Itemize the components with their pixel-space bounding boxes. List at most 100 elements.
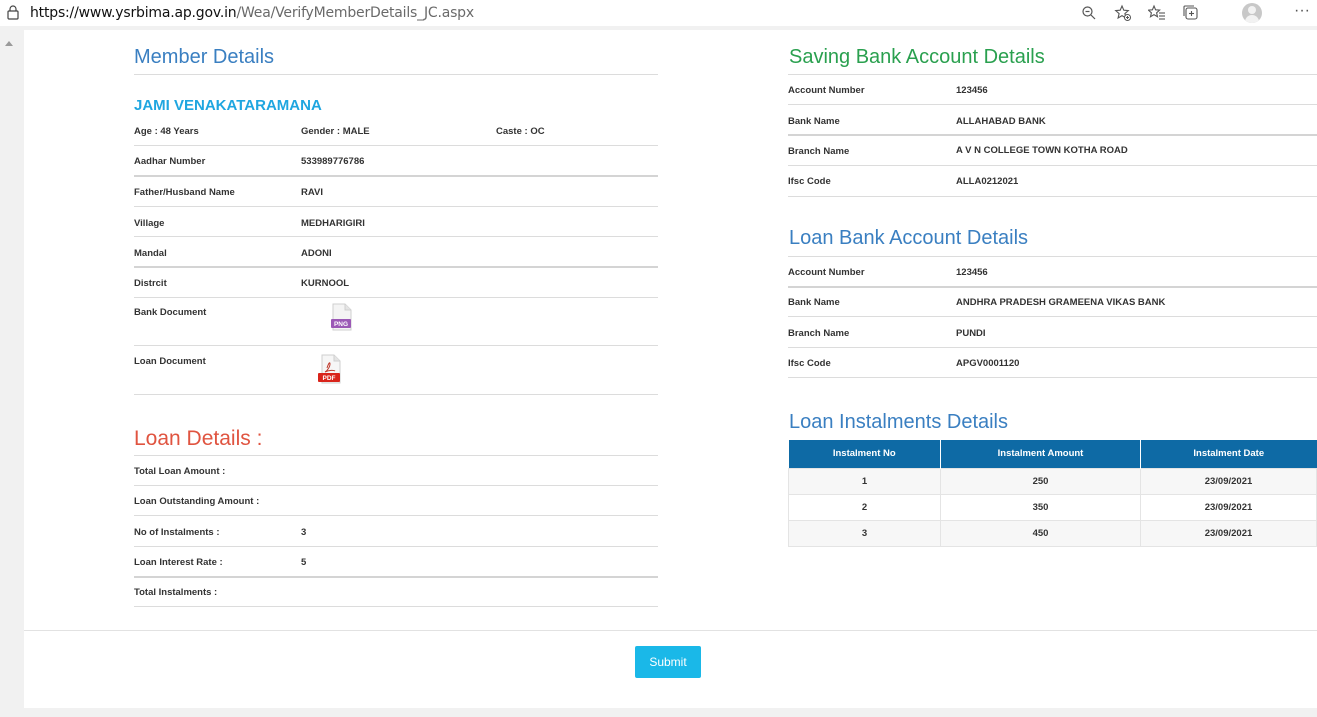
member-details-heading: Member Details	[134, 46, 275, 68]
member-age: Age : 48 Years	[134, 126, 199, 137]
table-cell: 1	[788, 467, 941, 495]
divider	[134, 485, 658, 486]
favorites-icon[interactable]	[1147, 3, 1167, 23]
table-cell: 2	[788, 493, 941, 521]
mandal-value: ADONI	[301, 248, 332, 259]
loan-bank-name-label: Bank Name	[788, 297, 840, 308]
table-cell: 250	[940, 467, 1141, 495]
profile-avatar[interactable]	[1242, 3, 1262, 23]
submit-button[interactable]: Submit	[635, 646, 701, 678]
bank-document-label: Bank Document	[134, 307, 207, 318]
zoom-icon[interactable]	[1079, 3, 1099, 23]
table-cell: 350	[940, 493, 1141, 521]
member-gender: Gender : MALE	[301, 126, 370, 137]
loan-interest-rate-value: 5	[301, 557, 307, 568]
column-header: Instalment No	[788, 440, 941, 468]
member-caste: Caste : OC	[496, 126, 545, 137]
loan-account-number-label: Account Number	[788, 267, 865, 278]
divider	[788, 256, 1317, 257]
saving-branch-name-value: A V N COLLEGE TOWN KOTHA ROAD	[956, 145, 1128, 156]
loan-instalments-heading: Loan Instalments Details	[789, 411, 1009, 433]
column-header: Instalment Date	[1140, 440, 1317, 468]
loan-outstanding-label: Loan Outstanding Amount :	[134, 496, 260, 507]
loan-ifsc-label: Ifsc Code	[788, 358, 831, 369]
divider	[134, 74, 658, 75]
saving-bank-name-label: Bank Name	[788, 116, 840, 127]
village-value: MEDHARIGIRI	[301, 218, 365, 229]
total-loan-amount-label: Total Loan Amount :	[134, 466, 226, 477]
divider	[134, 576, 658, 578]
loan-branch-name-label: Branch Name	[788, 328, 850, 339]
png-file-icon[interactable]: PNG	[327, 303, 355, 331]
footer-divider	[24, 630, 1317, 631]
table-cell: 23/09/2021	[1140, 493, 1317, 521]
instalments-table: Instalment No Instalment Amount Instalme…	[788, 440, 1317, 547]
divider	[788, 134, 1317, 136]
saving-ifsc-label: Ifsc Code	[788, 176, 831, 187]
aadhar-label: Aadhar Number	[134, 156, 206, 167]
divider	[134, 206, 658, 207]
no-of-instalments-label: No of Instalments :	[134, 527, 220, 538]
saving-bank-name-value: ALLAHABAD BANK	[956, 116, 1046, 127]
loan-ifsc-value: APGV0001120	[956, 358, 1020, 369]
add-favorite-icon[interactable]	[1113, 3, 1133, 23]
no-of-instalments-value: 3	[301, 527, 307, 538]
saving-account-number-label: Account Number	[788, 85, 865, 96]
loan-account-number-value: 123456	[956, 267, 988, 278]
divider	[134, 175, 658, 177]
table-cell: 450	[940, 519, 1141, 547]
scroll-up-arrow-icon[interactable]	[5, 41, 13, 46]
table-row: 3 450 23/09/2021	[788, 519, 1317, 547]
browser-address-bar: https://www.ysrbima.ap.gov.in/Wea/Verify…	[0, 0, 1317, 26]
divider	[788, 104, 1317, 105]
total-instalments-label: Total Instalments :	[134, 587, 218, 598]
saving-ifsc-value: ALLA0212021	[956, 176, 1019, 187]
table-cell: 3	[788, 519, 941, 547]
column-header: Instalment Amount	[940, 440, 1141, 468]
loan-details-heading: Loan Details :	[134, 427, 263, 450]
pdf-file-icon[interactable]: PDF	[315, 354, 345, 384]
address-url[interactable]: https://www.ysrbima.ap.gov.in/Wea/Verify…	[30, 5, 474, 21]
village-label: Village	[134, 218, 165, 229]
mandal-label: Mandal	[134, 248, 167, 259]
divider	[788, 74, 1317, 75]
loan-bank-name-value: ANDHRA PRADESH GRAMEENA VIKAS BANK	[956, 297, 1166, 308]
loan-interest-rate-label: Loan Interest Rate :	[134, 557, 223, 568]
url-path: /Wea/VerifyMemberDetails_JC.aspx	[236, 5, 474, 21]
loan-branch-name-value: PUNDI	[956, 328, 986, 339]
loan-bank-heading: Loan Bank Account Details	[789, 227, 1029, 249]
divider	[788, 286, 1317, 288]
divider	[134, 145, 658, 146]
district-label: Distrcit	[134, 278, 167, 289]
divider	[788, 377, 1317, 378]
divider	[788, 316, 1317, 317]
saving-bank-heading: Saving Bank Account Details	[789, 46, 1045, 68]
table-row: 1 250 23/09/2021	[788, 467, 1317, 495]
saving-branch-name-label: Branch Name	[788, 146, 850, 157]
aadhar-value: 533989776786	[301, 156, 365, 167]
table-cell: 23/09/2021	[1140, 519, 1317, 547]
divider	[788, 196, 1317, 197]
collections-icon[interactable]	[1181, 3, 1201, 23]
district-value: KURNOOL	[301, 278, 350, 289]
divider	[134, 236, 658, 237]
saving-account-number-value: 123456	[956, 85, 988, 96]
divider	[134, 606, 658, 607]
page-card: Member Details JAMI VENAKATARAMANA Age :…	[24, 30, 1317, 708]
divider	[134, 345, 658, 346]
table-header-row: Instalment No Instalment Amount Instalme…	[788, 440, 1317, 468]
divider	[134, 266, 658, 268]
divider	[788, 165, 1317, 166]
father-husband-label: Father/Husband Name	[134, 187, 235, 198]
table-cell: 23/09/2021	[1140, 467, 1317, 495]
loan-document-label: Loan Document	[134, 356, 206, 367]
divider	[134, 455, 658, 456]
more-menu-icon[interactable]: ···	[1292, 1, 1312, 21]
divider	[134, 546, 658, 547]
divider	[134, 515, 658, 516]
svg-text:PNG: PNG	[334, 321, 348, 328]
svg-text:PDF: PDF	[323, 375, 336, 382]
url-host: https://www.ysrbima.ap.gov.in	[30, 5, 237, 21]
page-info-icon[interactable]	[6, 5, 20, 20]
member-name: JAMI VENAKATARAMANA	[134, 97, 322, 114]
